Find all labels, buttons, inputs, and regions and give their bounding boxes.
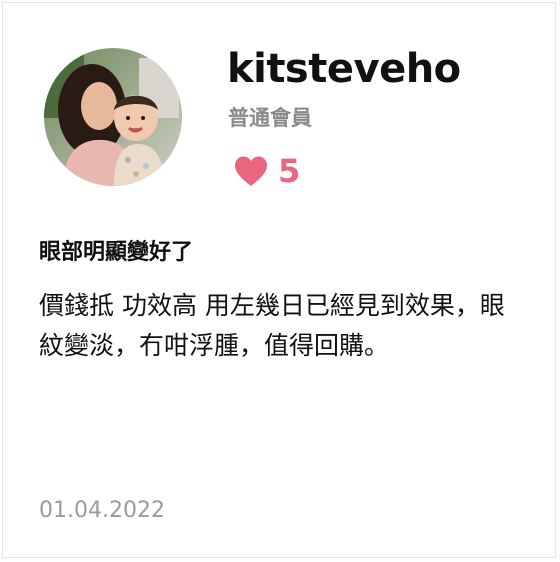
member-level-badge: 普通會員 — [228, 106, 312, 130]
review-date: 01.04.2022 — [39, 498, 165, 523]
like-button[interactable]: 5 — [233, 150, 300, 192]
username: kitsteveho — [227, 46, 461, 92]
heart-icon — [235, 156, 267, 186]
review-title: 眼部明顯變好了 — [39, 240, 194, 265]
review-card: kitsteveho 普通會員 5 眼部明顯變好了 價錢抵 功效高 用左幾日已經… — [2, 2, 556, 558]
avatar-photo — [44, 48, 182, 186]
review-body: 價錢抵 功效高 用左幾日已經見到效果，眼紋變淡，冇咁浮腫，值得回購。 — [39, 291, 505, 360]
avatar[interactable] — [44, 48, 182, 186]
like-count: 5 — [278, 152, 301, 190]
